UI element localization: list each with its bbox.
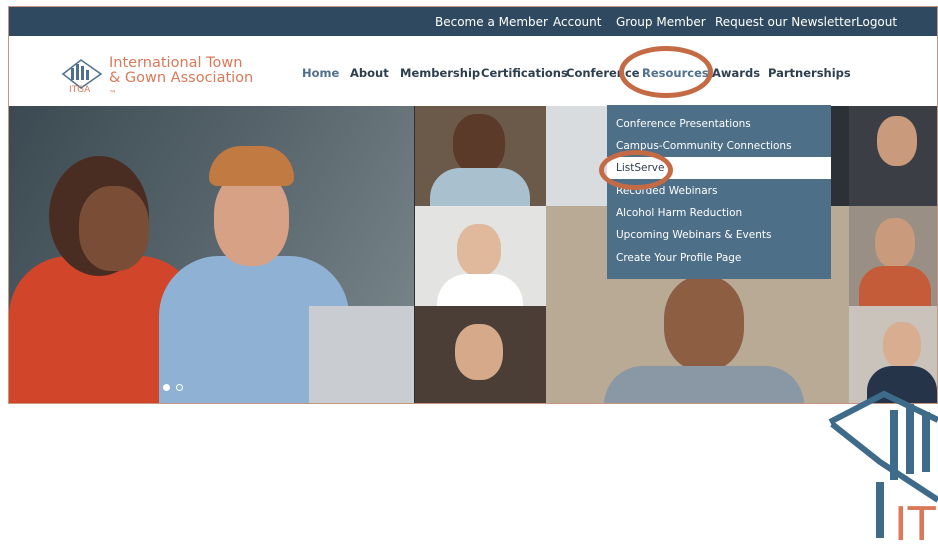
nav-partnerships[interactable]: Partnerships bbox=[768, 66, 851, 80]
itga-logo-icon[interactable]: ITGA bbox=[57, 54, 105, 94]
hero-photo-meeting bbox=[9, 106, 414, 403]
menu-listserve[interactable]: ListServe bbox=[607, 157, 831, 179]
slider-dots bbox=[163, 378, 189, 396]
slider-dot-1[interactable] bbox=[163, 384, 170, 391]
menu-alcohol-harm-reduction[interactable]: Alcohol Harm Reduction bbox=[607, 202, 831, 224]
logo-text: ITGA bbox=[69, 85, 91, 94]
tile-blonde-woman bbox=[415, 206, 546, 306]
laptop bbox=[309, 306, 414, 403]
person-hair-2 bbox=[209, 146, 294, 186]
slider-dot-2[interactable] bbox=[176, 384, 183, 391]
nav-home[interactable]: Home bbox=[302, 66, 339, 80]
account-link[interactable]: Account bbox=[553, 15, 601, 29]
nav-membership[interactable]: Membership bbox=[400, 66, 480, 80]
group-member-link[interactable]: Group Member bbox=[616, 15, 706, 29]
site-header: ITGA International Town & Gown Associati… bbox=[9, 36, 937, 106]
website-frame: Become a Member Account Group Member Req… bbox=[8, 6, 938, 404]
nav-about[interactable]: About bbox=[350, 66, 389, 80]
utility-bar: Become a Member Account Group Member Req… bbox=[9, 7, 937, 36]
menu-conference-presentations[interactable]: Conference Presentations bbox=[607, 113, 831, 135]
logout-link[interactable]: Logout bbox=[856, 15, 897, 29]
nav-resources[interactable]: Resources bbox=[642, 66, 709, 80]
menu-recorded-webinars[interactable]: Recorded Webinars bbox=[607, 180, 831, 202]
menu-campus-community-connections[interactable]: Campus-Community Connections bbox=[607, 135, 831, 157]
tile-window bbox=[546, 106, 616, 206]
itga-watermark-icon: ITGA bbox=[828, 390, 938, 546]
org-name-line2: & Gown Association bbox=[109, 70, 254, 86]
org-name[interactable]: International Town & Gown Association ™ bbox=[109, 56, 253, 101]
nav-conference[interactable]: Conference bbox=[566, 66, 640, 80]
tile-man-smiling bbox=[415, 106, 546, 206]
tile-woman-right bbox=[849, 106, 937, 206]
tile-woman-brick bbox=[849, 206, 937, 306]
tile-dark-hair-woman bbox=[415, 306, 546, 403]
menu-upcoming-webinars-events[interactable]: Upcoming Webinars & Events bbox=[607, 224, 831, 246]
newsletter-link[interactable]: Request our Newsletter bbox=[715, 15, 856, 29]
menu-create-profile-page[interactable]: Create Your Profile Page bbox=[607, 247, 831, 269]
nav-awards[interactable]: Awards bbox=[712, 66, 760, 80]
person-face bbox=[79, 186, 149, 271]
org-name-line1: International Town bbox=[109, 55, 243, 71]
nav-certifications[interactable]: Certifications bbox=[481, 66, 568, 80]
watermark-logo-text: ITGA bbox=[894, 497, 938, 546]
resources-dropdown: Conference Presentations Campus-Communit… bbox=[607, 105, 831, 279]
trademark: ™ bbox=[109, 89, 117, 98]
become-member-link[interactable]: Become a Member bbox=[435, 15, 548, 29]
